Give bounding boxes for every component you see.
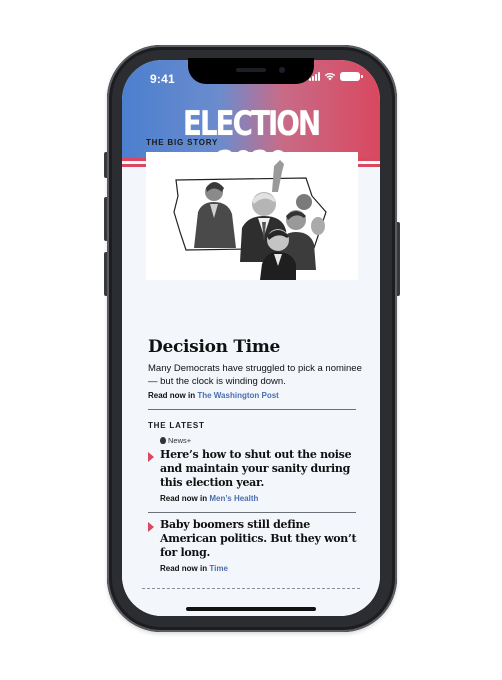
big-story-headline[interactable]: Decision Time (148, 337, 280, 357)
front-camera (279, 67, 285, 73)
wifi-icon (324, 72, 336, 81)
read-now-prefix: Read now in (160, 494, 208, 503)
iowa-collage-illustration (173, 160, 327, 280)
latest-item-title[interactable]: Baby boomers still define American polit… (160, 518, 360, 560)
read-now-line: Read now in The Washington Post (148, 391, 279, 400)
dashed-separator (142, 588, 360, 589)
speaker-grille (236, 68, 266, 72)
publication-link-time[interactable]: Time (209, 564, 228, 573)
news-plus-badge: News+ (160, 436, 191, 445)
section-divider (148, 409, 356, 410)
publication-link-washington-post[interactable]: The Washington Post (197, 391, 278, 400)
read-now-line: Read now in Men’s Health (160, 494, 258, 503)
big-story-image[interactable] (146, 152, 358, 280)
triangle-marker-icon (148, 522, 154, 532)
phone-notch (188, 58, 314, 84)
status-time: 9:41 (150, 72, 175, 86)
home-indicator[interactable] (186, 607, 316, 611)
phone-screen: 9:41 ELECTION 2020 THE BIG STORY (122, 60, 380, 616)
read-now-line: Read now in Time (160, 564, 228, 573)
item-divider (148, 512, 356, 513)
read-now-prefix: Read now in (148, 391, 196, 400)
triangle-marker-icon (148, 452, 154, 462)
battery-icon (340, 72, 363, 81)
latest-item-title[interactable]: Here’s how to shut out the noise and mai… (160, 448, 360, 490)
section-label-big-story: THE BIG STORY (146, 138, 219, 147)
status-icons (309, 72, 363, 81)
publication-link-mens-health[interactable]: Men’s Health (209, 494, 258, 503)
apple-logo-icon (160, 437, 166, 444)
big-story-summary: Many Democrats have struggled to pick a … (148, 363, 362, 387)
read-now-prefix: Read now in (160, 564, 208, 573)
section-label-latest: THE LATEST (148, 421, 205, 430)
news-plus-label: News+ (168, 436, 192, 445)
